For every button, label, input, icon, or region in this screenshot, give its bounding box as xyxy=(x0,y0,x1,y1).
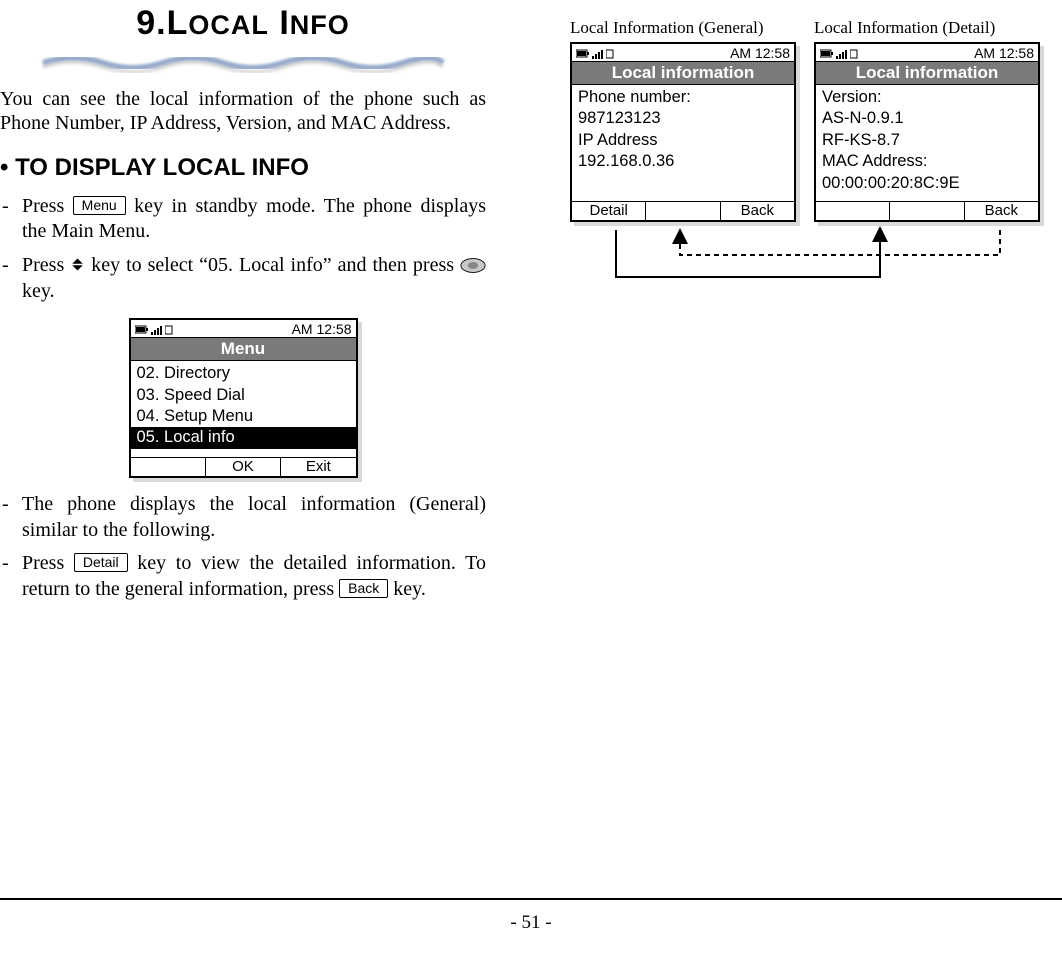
softkey-left xyxy=(131,458,205,476)
general-phone-softkeys: Detail Back xyxy=(572,201,794,220)
menu-item: 03. Speed Dial xyxy=(137,385,350,406)
detail-phone-time: AM 12:58 xyxy=(974,45,1034,61)
step-2-text-c: key. xyxy=(22,280,55,302)
info-line: RF-KS-8.7 xyxy=(822,130,1032,151)
general-phone-time: AM 12:58 xyxy=(730,45,790,61)
status-icons xyxy=(135,324,173,335)
divider-squiggle-icon xyxy=(33,49,453,75)
signal-icon xyxy=(151,324,163,335)
general-phone-body: Phone number: 987123123 IP Address 192.1… xyxy=(572,85,794,201)
softkey-left: Detail xyxy=(572,202,645,220)
ok-key-icon xyxy=(460,257,486,274)
detail-key-label: Detail xyxy=(74,553,128,572)
step-3: The phone displays the local information… xyxy=(0,492,486,543)
step-1-text-a: Press xyxy=(22,195,73,217)
menu-phone-time: AM 12:58 xyxy=(292,321,352,337)
general-phone-screen: AM 12:58 Local information Phone number:… xyxy=(570,42,796,222)
detail-phone-body: Version: AS-N-0.9.1 RF-KS-8.7 MAC Addres… xyxy=(816,85,1038,201)
section-heading: • TO DISPLAY LOCAL INFO xyxy=(0,154,486,182)
softkey-right: Back xyxy=(964,202,1038,220)
detail-phone-title: Local information xyxy=(816,61,1038,85)
intro-paragraph: You can see the local information of the… xyxy=(0,87,486,136)
info-line: MAC Address: xyxy=(822,151,1032,172)
menu-phone-title: Menu xyxy=(131,337,356,361)
battery-icon xyxy=(576,48,590,59)
updown-arrow-icon xyxy=(70,257,85,272)
softkey-right: Back xyxy=(720,202,794,220)
menu-item: 02. Directory xyxy=(137,363,350,384)
page-number: - 51 - xyxy=(0,912,1062,934)
steps-list-2: The phone displays the local information… xyxy=(0,492,486,602)
detail-phone-screen: AM 12:58 Local information Version: AS-N… xyxy=(814,42,1040,222)
menu-phone-softkeys: OK Exit xyxy=(131,457,356,476)
status-icons xyxy=(820,48,858,59)
steps-list: Press Menu key in standby mode. The phon… xyxy=(0,194,486,304)
menu-item: 04. Setup Menu xyxy=(137,406,350,427)
chapter-word1-cap: L xyxy=(167,4,189,42)
detail-phone-softkeys: Back xyxy=(816,201,1038,220)
back-key-label: Back xyxy=(339,579,388,598)
chapter-word2-rest: NFO xyxy=(290,10,350,40)
softkey-right: Exit xyxy=(280,458,355,476)
step-2-text-a: Press xyxy=(22,254,70,276)
softkey-center xyxy=(889,202,963,220)
info-line: AS-N-0.9.1 xyxy=(822,108,1032,129)
menu-phone-screen: AM 12:58 Menu 02. Directory 03. Speed Di… xyxy=(129,318,358,478)
menu-phone-body: 02. Directory 03. Speed Dial 04. Setup M… xyxy=(131,361,356,457)
chapter-word2-cap: I xyxy=(279,4,289,42)
status-square-icon xyxy=(606,48,614,59)
caption-detail: Local Information (Detail) xyxy=(814,18,1040,38)
chapter-word1-rest: OCAL xyxy=(188,10,269,40)
signal-icon xyxy=(592,48,604,59)
step-4-text-c: key. xyxy=(393,578,426,600)
chapter-number: 9. xyxy=(136,4,166,42)
menu-key-label: Menu xyxy=(73,196,126,215)
battery-icon xyxy=(820,48,834,59)
info-line: 987123123 xyxy=(578,108,788,129)
status-square-icon xyxy=(165,324,173,335)
step-2-text-b: key to select “05. Local info” and then … xyxy=(91,254,460,276)
battery-icon xyxy=(135,324,149,335)
step-2: Press key to select “05. Local info” and… xyxy=(0,253,486,304)
step-1: Press Menu key in standby mode. The phon… xyxy=(0,194,486,245)
softkey-center xyxy=(645,202,719,220)
info-line: Version: xyxy=(822,87,1032,108)
caption-general: Local Information (General) xyxy=(570,18,796,38)
softkey-left xyxy=(816,202,889,220)
status-icons xyxy=(576,48,614,59)
signal-icon xyxy=(836,48,848,59)
general-phone-title: Local information xyxy=(572,61,794,85)
softkey-center: OK xyxy=(205,458,280,476)
flow-arrows-icon xyxy=(570,222,1040,302)
info-line: Phone number: xyxy=(578,87,788,108)
step-4-text-a: Press xyxy=(22,552,74,574)
info-line: 192.168.0.36 xyxy=(578,151,788,172)
footer-divider xyxy=(0,898,1062,900)
info-line: IP Address xyxy=(578,130,788,151)
step-4: Press Detail key to view the detailed in… xyxy=(0,551,486,602)
status-square-icon xyxy=(850,48,858,59)
info-line: 00:00:00:20:8C:9E xyxy=(822,173,1032,194)
menu-item-selected: 05. Local info xyxy=(131,427,356,448)
chapter-title: 9.LOCAL INFO xyxy=(0,4,486,43)
